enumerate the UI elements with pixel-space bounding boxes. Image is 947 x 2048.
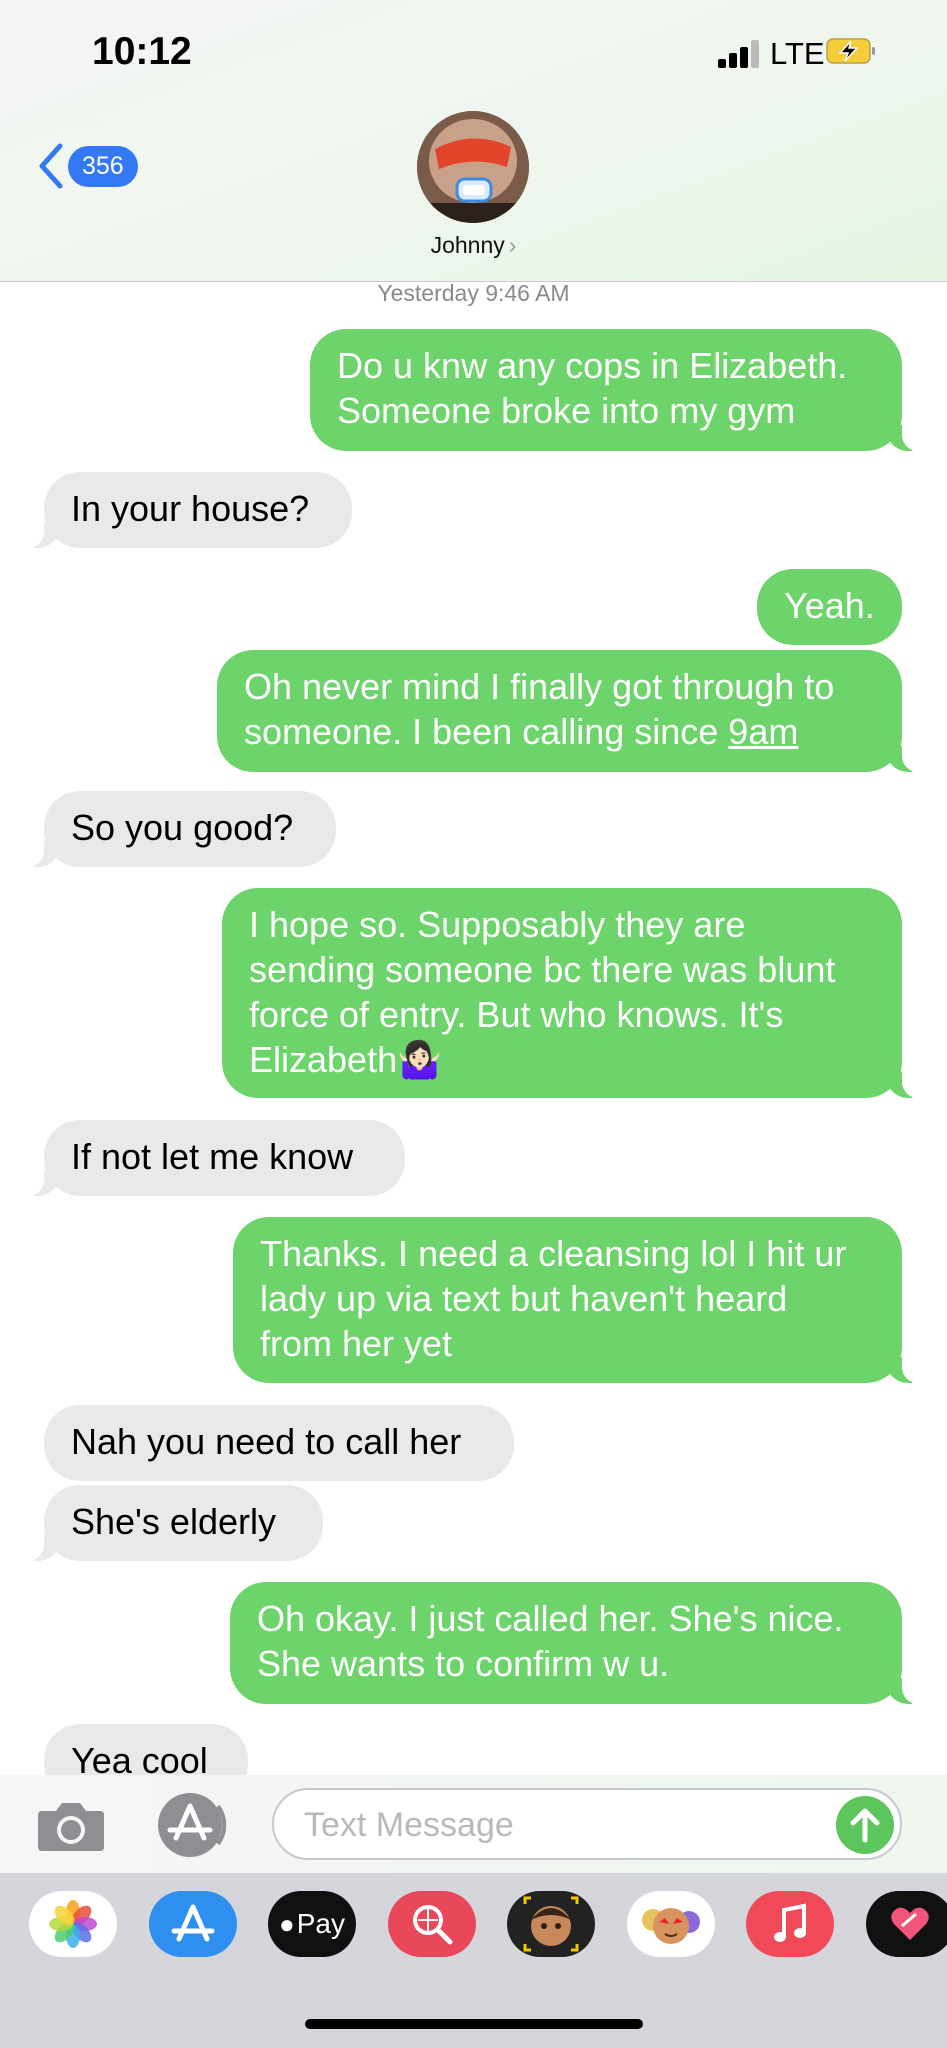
- message-bubble-received[interactable]: If not let me know: [18, 1120, 405, 1196]
- apple-pay-icon[interactable]: ● Pay: [268, 1891, 356, 1957]
- image-search-icon[interactable]: [388, 1891, 476, 1957]
- message-input-field[interactable]: [272, 1788, 902, 1860]
- digital-touch-icon[interactable]: [866, 1891, 947, 1957]
- network-type: LTE: [770, 36, 825, 71]
- battery-charging-icon: [826, 38, 875, 64]
- chevron-right-icon: ›: [508, 232, 517, 258]
- message-bubble-sent[interactable]: I hope so. Supposably they are sending s…: [222, 888, 928, 1098]
- back-button[interactable]: 356: [36, 142, 138, 190]
- message-bubble-received[interactable]: In your house?: [18, 472, 352, 548]
- time-link[interactable]: 9am: [728, 711, 798, 752]
- arrow-up-icon: [850, 1808, 880, 1843]
- message-bubble-sent[interactable]: Oh never mind I finally got through to s…: [217, 650, 928, 772]
- contact-name-button[interactable]: Johnny ›: [0, 232, 947, 259]
- message-bubble-received[interactable]: Nah you need to call her: [44, 1405, 514, 1481]
- status-time: 10:12: [92, 30, 192, 73]
- message-bubble-sent[interactable]: Yeah.: [757, 569, 902, 645]
- chevron-left-icon: [39, 143, 63, 189]
- camera-icon[interactable]: [36, 1797, 106, 1853]
- message-bubble-received[interactable]: She's elderly: [18, 1485, 323, 1561]
- messages-screen: 10:12 LTE 356 Johnny › Yesterday 9:46 AM…: [0, 0, 947, 2048]
- avatar-image: [417, 111, 529, 223]
- message-bubble-sent[interactable]: Thanks. I need a cleansing lol I hit ur …: [233, 1217, 928, 1383]
- message-bubble-sent[interactable]: Do u knw any cops in Elizabeth. Someone …: [310, 329, 928, 451]
- photos-app-icon[interactable]: [29, 1891, 117, 1957]
- imessage-app-drawer: ● Pay: [0, 1873, 947, 2048]
- send-button[interactable]: [836, 1796, 894, 1854]
- message-input[interactable]: [302, 1790, 786, 1860]
- message-bubble-received[interactable]: So you good?: [18, 791, 336, 867]
- conversation-header: 10:12 LTE 356 Johnny ›: [0, 0, 947, 282]
- app-store-drawer-icon[interactable]: [154, 1792, 230, 1858]
- app-store-icon[interactable]: [149, 1891, 237, 1957]
- contact-avatar[interactable]: [417, 111, 529, 223]
- unread-count-badge: 356: [68, 145, 138, 187]
- memoji-camera-icon[interactable]: [507, 1891, 595, 1957]
- music-icon[interactable]: [746, 1891, 834, 1957]
- memoji-stickers-icon[interactable]: [627, 1891, 715, 1957]
- contact-name: Johnny: [430, 232, 505, 258]
- thread-timestamp: Yesterday 9:46 AM: [377, 280, 570, 306]
- signal-icon: [718, 40, 762, 68]
- message-bubble-sent[interactable]: Oh okay. I just called her. She's nice. …: [230, 1582, 928, 1704]
- compose-bar: [0, 1775, 947, 1873]
- home-indicator[interactable]: [305, 2019, 643, 2029]
